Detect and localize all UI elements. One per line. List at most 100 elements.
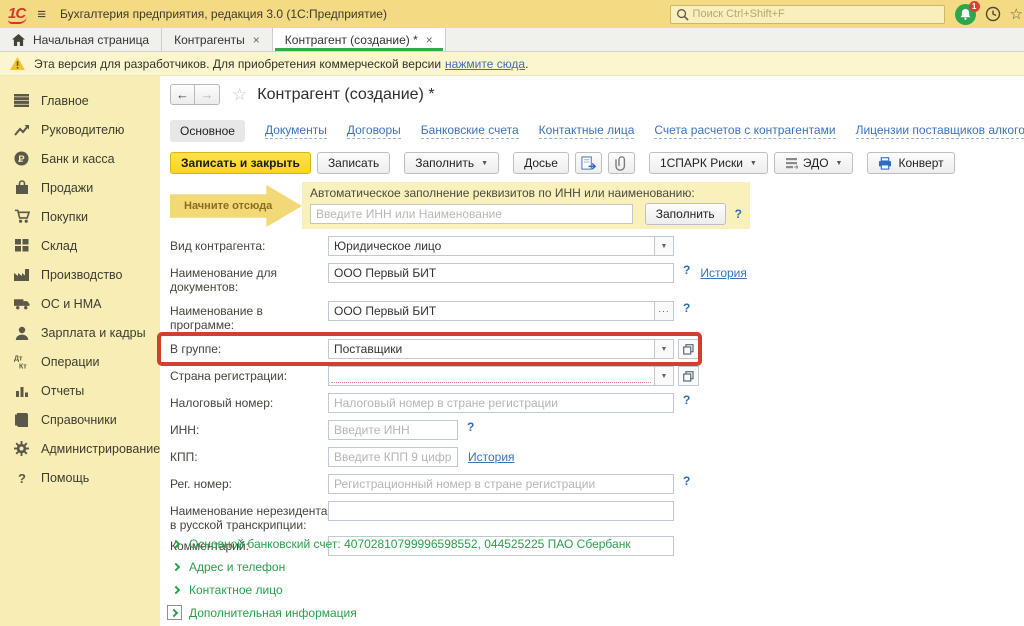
- nav-documents[interactable]: Документы: [265, 123, 327, 139]
- reg-number-input[interactable]: [329, 475, 673, 493]
- name-docs-input[interactable]: [329, 264, 673, 282]
- section-main-bank-account[interactable]: Основной банковский счет: 40702810799996…: [170, 532, 631, 555]
- main-menu-icon[interactable]: ≡: [37, 6, 46, 23]
- nav-main[interactable]: Основное: [170, 120, 245, 142]
- nonresident-name-input[interactable]: [329, 502, 673, 520]
- sidebar-item-administration[interactable]: Администрирование: [0, 434, 160, 463]
- sidebar-item-sales[interactable]: Продажи: [0, 173, 160, 202]
- help-icon[interactable]: ?: [683, 263, 690, 277]
- nav-bank-accounts[interactable]: Банковские счета: [421, 123, 519, 139]
- country-combobox[interactable]: ▼: [328, 366, 674, 386]
- help-icon[interactable]: ?: [735, 207, 742, 221]
- help-icon[interactable]: ?: [683, 301, 690, 315]
- history-icon[interactable]: [984, 5, 1002, 23]
- inn-field[interactable]: [328, 420, 458, 440]
- field-label: Наименование нерезидента в русской транс…: [170, 501, 328, 532]
- kind-combobox[interactable]: ▼: [328, 236, 674, 256]
- envelope-label: Конверт: [898, 156, 943, 170]
- field-label: Налоговый номер:: [170, 393, 328, 410]
- nav-contact-persons[interactable]: Контактные лица: [539, 123, 635, 139]
- section-contact-person[interactable]: Контактное лицо: [170, 578, 631, 601]
- developer-version-banner: Эта версия для разработчиков. Для приобр…: [0, 52, 1024, 76]
- sidebar-item-production[interactable]: Производство: [0, 260, 160, 289]
- field-name-docs-row: Наименование для документов: ? История: [170, 263, 747, 294]
- sidebar-item-fixed-assets[interactable]: ОС и НМА: [0, 289, 160, 318]
- open-icon: [683, 371, 694, 382]
- close-icon[interactable]: ×: [426, 33, 433, 47]
- inn-or-name-input[interactable]: [310, 204, 633, 224]
- kpp-field[interactable]: [328, 447, 458, 467]
- create-based-on-button[interactable]: [575, 152, 602, 174]
- sidebar-item-payroll-hr[interactable]: Зарплата и кадры: [0, 318, 160, 347]
- sidebar-item-directories[interactable]: Справочники: [0, 405, 160, 434]
- sidebar-item-manager[interactable]: Руководителю: [0, 115, 160, 144]
- open-item-button[interactable]: [678, 366, 699, 386]
- bar-chart-icon: [13, 382, 30, 399]
- sidebar-item-reports[interactable]: Отчеты: [0, 376, 160, 405]
- favorite-star-icon[interactable]: ☆: [232, 85, 247, 105]
- sidebar-item-operations[interactable]: ДтКт Операции: [0, 347, 160, 376]
- debit-credit-icon: ДтКт: [13, 353, 30, 370]
- envelope-print-button[interactable]: Конверт: [867, 152, 954, 174]
- dossier-button[interactable]: Досье: [513, 152, 569, 174]
- nav-contracts[interactable]: Договоры: [347, 123, 401, 139]
- name-docs-field[interactable]: [328, 263, 674, 283]
- nav-alcohol-licenses[interactable]: Лицензии поставщиков алкогольной продукц…: [856, 123, 1024, 139]
- notifications-button[interactable]: 1: [955, 4, 976, 25]
- attachments-button[interactable]: [608, 152, 635, 174]
- sidebar-item-label: Главное: [41, 94, 89, 108]
- kpp-input[interactable]: [329, 448, 457, 466]
- chevron-down-icon: ▼: [836, 160, 843, 167]
- close-icon[interactable]: ×: [253, 33, 260, 47]
- home-icon: [12, 34, 25, 46]
- sidebar-item-label: Операции: [41, 355, 99, 369]
- chevron-down-icon[interactable]: ▼: [654, 367, 673, 385]
- tab-home[interactable]: Начальная страница: [0, 28, 162, 51]
- section-address-phone[interactable]: Адрес и телефон: [170, 555, 631, 578]
- group-combobox[interactable]: ▼: [328, 339, 674, 359]
- banner-link[interactable]: нажмите сюда: [445, 57, 525, 71]
- sidebar-item-warehouse[interactable]: Склад: [0, 231, 160, 260]
- inn-input[interactable]: [329, 421, 457, 439]
- global-search[interactable]: [670, 5, 945, 24]
- section-additional-info[interactable]: Дополнительная информация: [170, 601, 631, 624]
- help-icon[interactable]: ?: [467, 420, 474, 434]
- bag-icon: [13, 179, 30, 196]
- open-item-button[interactable]: [678, 339, 699, 359]
- reg-number-field[interactable]: [328, 474, 674, 494]
- tab-counterparty-create[interactable]: Контрагент (создание) * ×: [273, 28, 446, 51]
- edo-button[interactable]: ЭДО▼: [774, 152, 854, 174]
- svg-text:Дт: Дт: [14, 356, 23, 363]
- name-app-input[interactable]: [329, 302, 654, 320]
- favorites-icon[interactable]: ☆: [1010, 5, 1023, 23]
- sidebar-item-purchases[interactable]: Покупки: [0, 202, 160, 231]
- search-input[interactable]: [693, 8, 939, 20]
- svg-text:Р: Р: [18, 154, 24, 164]
- chevron-down-icon[interactable]: ▼: [654, 340, 673, 358]
- group-input[interactable]: [329, 340, 654, 358]
- help-icon[interactable]: ?: [683, 474, 690, 488]
- history-link[interactable]: История: [700, 263, 747, 280]
- save-button[interactable]: Записать: [317, 152, 390, 174]
- spark-risks-button[interactable]: 1СПАРК Риски▼: [649, 152, 768, 174]
- tax-number-input[interactable]: [329, 394, 673, 412]
- sidebar-item-bank-cash[interactable]: Р Банк и касса: [0, 144, 160, 173]
- chevron-down-icon[interactable]: ▼: [654, 237, 673, 255]
- autofill-fill-button[interactable]: Заполнить: [645, 203, 726, 225]
- history-link[interactable]: История: [468, 447, 515, 464]
- save-and-close-button[interactable]: Записать и закрыть: [170, 152, 311, 174]
- field-label: В группе:: [170, 339, 328, 356]
- tab-counterparties[interactable]: Контрагенты ×: [162, 28, 273, 51]
- forward-button[interactable]: →: [195, 84, 220, 105]
- nav-settlement-accounts[interactable]: Счета расчетов с контрагентами: [654, 123, 835, 139]
- ellipsis-button[interactable]: ...: [654, 302, 673, 320]
- nonresident-name-field[interactable]: [328, 501, 674, 521]
- back-button[interactable]: ←: [170, 84, 195, 105]
- fill-menu-button[interactable]: Заполнить▼: [404, 152, 499, 174]
- kind-input[interactable]: [329, 237, 654, 255]
- sidebar-item-main[interactable]: Главное: [0, 86, 160, 115]
- name-app-field[interactable]: ...: [328, 301, 674, 321]
- tax-number-field[interactable]: [328, 393, 674, 413]
- help-icon[interactable]: ?: [683, 393, 690, 407]
- sidebar-item-help[interactable]: ? Помощь: [0, 463, 160, 492]
